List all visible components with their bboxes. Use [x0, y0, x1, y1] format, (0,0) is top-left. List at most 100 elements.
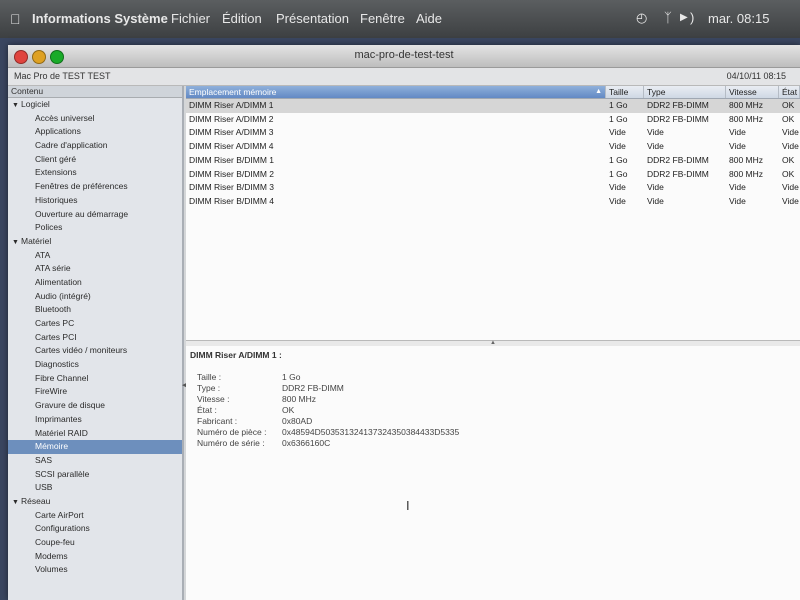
- detail-title: DIMM Riser A/DIMM 1 :: [190, 350, 282, 360]
- sidebar-header[interactable]: Contenu: [8, 86, 182, 98]
- report-date: 04/10/11 08:15: [726, 71, 786, 81]
- table-cell-slot: DIMM Riser B/DIMM 1: [189, 154, 274, 165]
- sidebar-item[interactable]: Coupe-feu: [8, 536, 182, 550]
- detail-value: 1 Go: [282, 372, 301, 382]
- sidebar-item[interactable]: Ouverture au démarrage: [8, 208, 182, 222]
- sidebar-item[interactable]: Imprimantes: [8, 413, 182, 427]
- time-machine-icon[interactable]: ◴: [636, 10, 647, 26]
- sidebar-item[interactable]: Polices: [8, 221, 182, 235]
- sidebar-item-label: Fenêtres de préférences: [35, 181, 128, 192]
- table-cell-type: DDR2 FB-DIMM: [647, 154, 709, 165]
- table-row[interactable]: DIMM Riser B/DIMM 3 Vide Vide Vide Vide: [186, 181, 800, 195]
- sidebar-item[interactable]: Audio (intégré): [8, 290, 182, 304]
- sidebar-item[interactable]: Applications: [8, 125, 182, 139]
- sidebar-item-label: Cartes vidéo / moniteurs: [35, 345, 128, 356]
- sidebar-item[interactable]: SAS: [8, 454, 182, 468]
- sidebar-item[interactable]: Cartes PC: [8, 317, 182, 331]
- sidebar-item-label: Réseau: [21, 495, 51, 506]
- sidebar-item[interactable]: ATA: [8, 249, 182, 263]
- detail-value: 800 MHz: [282, 394, 317, 404]
- column-header-speed[interactable]: Vitesse: [726, 86, 779, 98]
- sidebar-item-label: Ouverture au démarrage: [35, 208, 129, 219]
- menu-fenetre[interactable]: Fenêtre: [360, 11, 405, 26]
- sidebar-item[interactable]: Fenêtres de préférences: [8, 180, 182, 194]
- disclosure-triangle-icon[interactable]: ▼: [12, 236, 21, 250]
- table-cell-size: Vide: [609, 182, 626, 193]
- sidebar-item[interactable]: Cartes vidéo / moniteurs: [8, 344, 182, 358]
- table-row[interactable]: DIMM Riser A/DIMM 4 Vide Vide Vide Vide: [186, 140, 800, 154]
- sidebar-item-label: Imprimantes: [35, 413, 82, 424]
- text-cursor-icon: I: [406, 498, 410, 513]
- menu-clock[interactable]: mar. 08:15: [708, 11, 769, 26]
- sidebar-item[interactable]: Gravure de disque: [8, 399, 182, 413]
- detail-row: Type : DDR2 FB-DIMM: [197, 383, 344, 394]
- disclosure-triangle-icon[interactable]: ▼: [12, 496, 21, 510]
- sidebar-item-label: Mémoire: [35, 441, 69, 452]
- sidebar-item[interactable]: Volumes: [8, 563, 182, 577]
- detail-label: Fabricant :: [197, 416, 238, 426]
- table-cell-slot: DIMM Riser A/DIMM 1: [189, 100, 274, 110]
- sidebar-item[interactable]: Client géré: [8, 153, 182, 167]
- table-row[interactable]: DIMM Riser B/DIMM 2 1 Go DDR2 FB-DIMM 800 M…: [186, 168, 800, 182]
- column-header-slot[interactable]: Emplacement mémoire ▲: [186, 86, 606, 98]
- sidebar-item-label: Accès universel: [35, 112, 95, 123]
- table-cell-speed: Vide: [729, 195, 746, 206]
- sidebar-item[interactable]: FireWire: [8, 385, 182, 399]
- sidebar-item[interactable]: Configurations: [8, 522, 182, 536]
- detail-label: Taille :: [197, 372, 222, 382]
- sidebar-item[interactable]: Cadre d'application: [8, 139, 182, 153]
- detail-label: Vitesse :: [197, 394, 230, 404]
- menu-presentation[interactable]: Présentation: [276, 11, 349, 26]
- sidebar-item[interactable]: Extensions: [8, 166, 182, 180]
- volume-icon[interactable]: ): [690, 10, 694, 25]
- bluetooth-icon[interactable]: ᛉ: [664, 10, 672, 25]
- column-header-size[interactable]: Taille: [606, 86, 644, 98]
- sidebar-item[interactable]: ATA série: [8, 262, 182, 276]
- sidebar-item[interactable]: Alimentation: [8, 276, 182, 290]
- sidebar-item[interactable]: Fibre Channel: [8, 372, 182, 386]
- detail-label: Numéro de pièce :: [197, 427, 267, 437]
- sidebar-item-label: ATA série: [35, 263, 71, 274]
- column-header-status[interactable]: État: [779, 86, 800, 98]
- table-row[interactable]: DIMM Riser A/DIMM 1 1 Go DDR2 FB-DIMM 800 M…: [186, 99, 800, 113]
- sidebar-item[interactable]: Carte AirPort: [8, 509, 182, 523]
- sidebar-item[interactable]: Diagnostics: [8, 358, 182, 372]
- sidebar-item[interactable]: Mémoire: [8, 440, 182, 454]
- table-cell-size: Vide: [609, 141, 626, 152]
- table-row[interactable]: DIMM Riser A/DIMM 2 1 Go DDR2 FB-DIMM 800 M…: [186, 113, 800, 127]
- sidebar-group[interactable]: ▼ Logiciel: [8, 98, 182, 112]
- table-row[interactable]: DIMM Riser B/DIMM 1 1 Go DDR2 FB-DIMM 800 M…: [186, 154, 800, 168]
- sidebar-item[interactable]: Historiques: [8, 194, 182, 208]
- apple-icon[interactable]: : [10, 11, 21, 27]
- detail-label: État :: [197, 405, 217, 415]
- sidebar-item-label: SAS: [35, 454, 53, 465]
- sidebar-group[interactable]: ▼ Réseau: [8, 495, 182, 509]
- table-row[interactable]: DIMM Riser B/DIMM 4 Vide Vide Vide Vide: [186, 195, 800, 209]
- window-title: mac-pro-de-test-test: [354, 49, 454, 61]
- detail-row: Taille : 1 Go: [197, 372, 300, 383]
- table-cell-status: Vide: [782, 141, 799, 152]
- sidebar-group[interactable]: ▼ Matériel: [8, 235, 182, 249]
- sidebar-item[interactable]: Matériel RAID: [8, 427, 182, 441]
- sidebar-item[interactable]: Accès universel: [8, 112, 182, 126]
- sidebar-item[interactable]: Modems: [8, 550, 182, 564]
- sidebar-item[interactable]: Bluetooth: [8, 303, 182, 317]
- menu-edition[interactable]: Édition: [222, 11, 262, 26]
- sidebar-item[interactable]: USB: [8, 481, 182, 495]
- play-icon[interactable]: ▶: [680, 12, 688, 23]
- menu-app-name[interactable]: Informations Système: [32, 11, 168, 26]
- table-cell-slot: DIMM Riser B/DIMM 2: [189, 168, 274, 179]
- sidebar-item[interactable]: Cartes PCI: [8, 331, 182, 345]
- disclosure-triangle-icon[interactable]: ▼: [12, 99, 21, 113]
- menu-fichier[interactable]: Fichier: [171, 11, 210, 26]
- table-cell-status: Vide: [782, 182, 799, 193]
- memory-table: Emplacement mémoire ▲ Taille Type Vitess…: [186, 86, 800, 340]
- sidebar-item[interactable]: SCSI parallèle: [8, 468, 182, 482]
- sidebar-item-label: Modems: [35, 550, 68, 561]
- menu-aide[interactable]: Aide: [416, 11, 442, 26]
- table-row[interactable]: DIMM Riser A/DIMM 3 Vide Vide Vide Vide: [186, 126, 800, 140]
- sidebar-item-label: Client géré: [35, 153, 77, 164]
- column-header-type[interactable]: Type: [644, 86, 726, 98]
- sort-ascending-icon: ▲: [595, 88, 602, 95]
- window-titlebar[interactable]: mac-pro-de-test-test: [8, 45, 800, 68]
